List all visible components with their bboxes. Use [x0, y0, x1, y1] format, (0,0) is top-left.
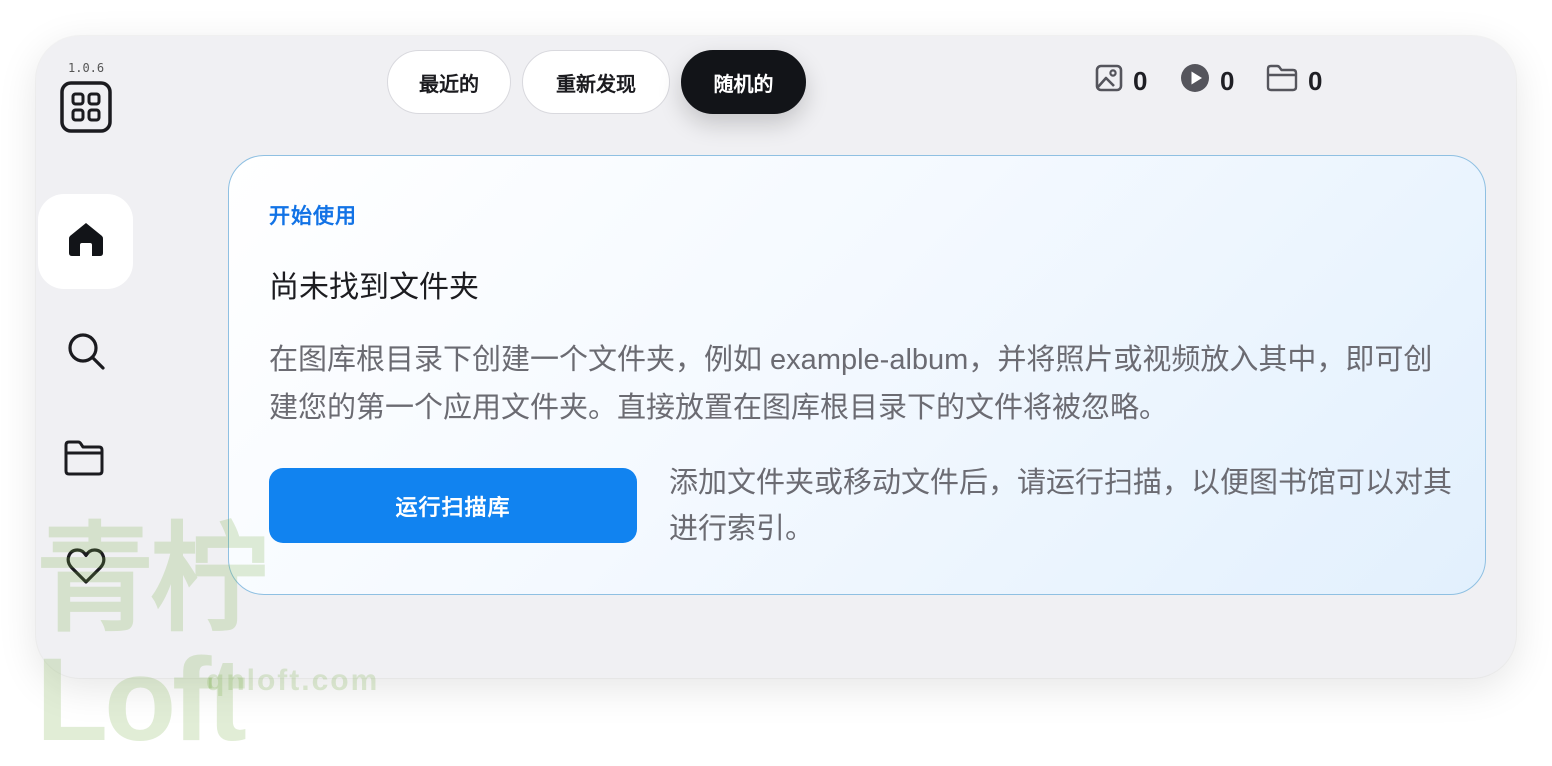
tab-recent[interactable]: 最近的 — [387, 50, 511, 114]
sidebar-item-favorites[interactable] — [66, 547, 106, 590]
image-count-value: 0 — [1133, 65, 1148, 96]
card-title: 尚未找到文件夹 — [269, 271, 479, 304]
tab-random[interactable]: 随机的 — [681, 50, 806, 114]
video-count: 0 — [1180, 63, 1235, 100]
folder-outline-icon — [1266, 64, 1298, 99]
run-scan-button[interactable]: 运行扫描库 — [269, 468, 637, 543]
card-eyebrow: 开始使用 — [269, 205, 357, 228]
scan-hint: 添加文件夹或移动文件后，请运行扫描，以便图书馆可以对其进行索引。 — [669, 467, 1453, 545]
card-description: 在图库根目录下创建一个文件夹，例如 example-album，并将照片或视频放… — [269, 344, 1433, 424]
folder-count: 0 — [1266, 64, 1322, 98]
tab-rediscover[interactable]: 重新发现 — [522, 50, 670, 114]
search-icon — [66, 331, 106, 376]
heart-icon — [66, 547, 106, 590]
folder-count-value: 0 — [1308, 65, 1323, 96]
video-count-value: 0 — [1220, 65, 1235, 96]
image-icon — [1095, 64, 1123, 99]
sidebar-item-home[interactable] — [38, 194, 133, 289]
folder-icon — [63, 439, 105, 482]
apps-grid-icon[interactable] — [60, 81, 112, 133]
home-icon — [67, 220, 105, 263]
sidebar-item-folders[interactable] — [64, 440, 104, 480]
sidebar-item-search[interactable] — [66, 331, 106, 376]
image-count: 0 — [1095, 64, 1147, 98]
app-version: 1.0.6 — [68, 61, 105, 75]
play-icon — [1180, 63, 1210, 100]
